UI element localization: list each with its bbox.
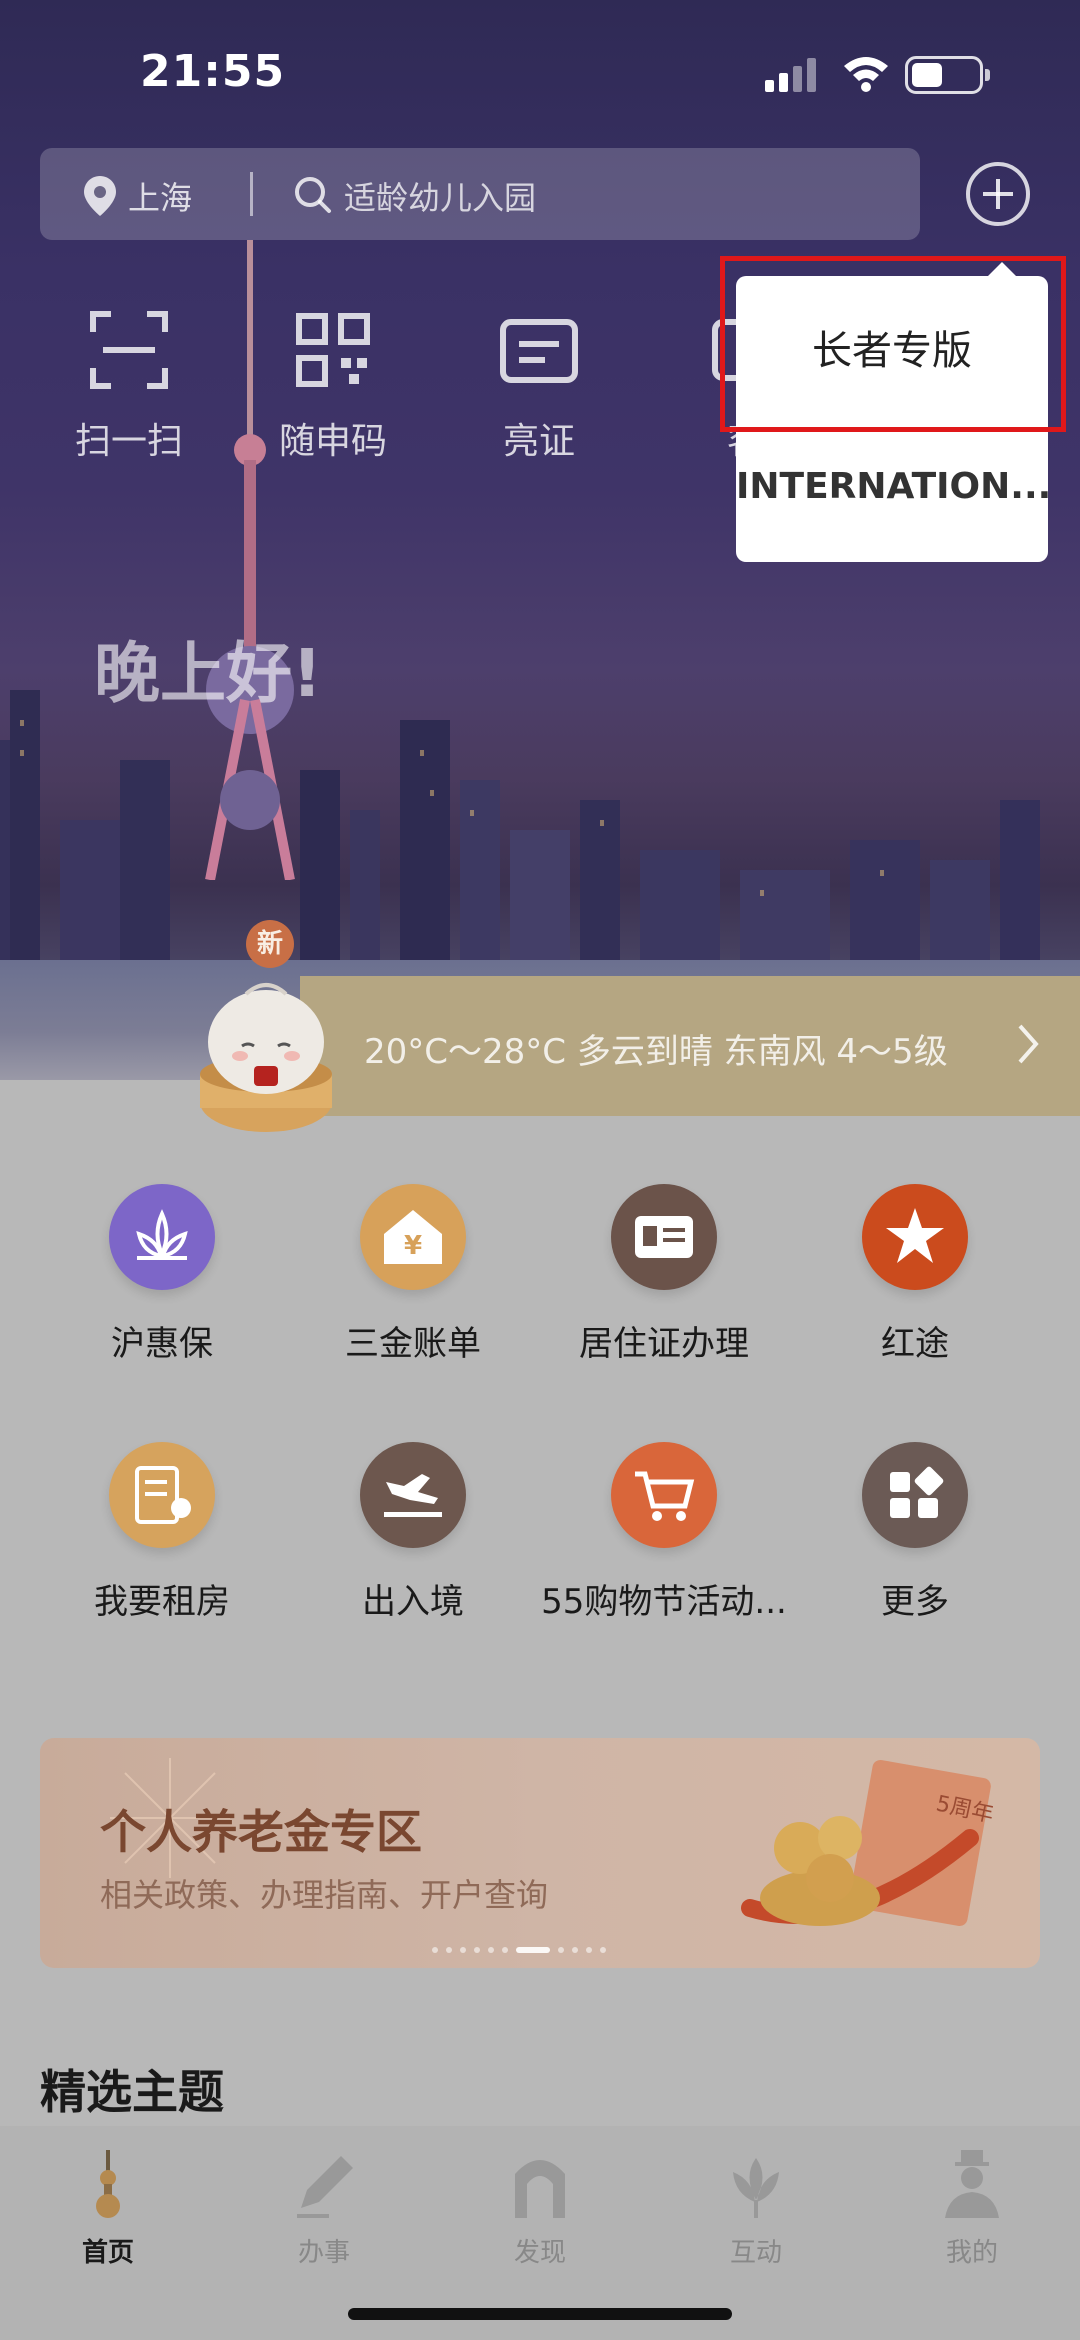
more-grid-icon [862, 1442, 968, 1548]
service-hongtu[interactable]: 红途 [785, 1184, 1045, 1365]
yuan-house-icon: ¥ [360, 1184, 466, 1290]
residence-card-icon [611, 1184, 717, 1290]
tab-profile[interactable]: 我的 [902, 2150, 1042, 2269]
add-menu-button[interactable] [966, 162, 1030, 226]
service-more[interactable]: 更多 [785, 1442, 1045, 1623]
service-label: 居住证办理 [579, 1324, 749, 1364]
red-star-icon [862, 1184, 968, 1290]
cellular-signal-icon [765, 58, 816, 92]
quick-action-qr-code[interactable]: 随申码 [248, 310, 418, 464]
battery-icon [905, 56, 990, 94]
service-shopping-festival[interactable]: 55购物节活动... [534, 1442, 794, 1623]
section-title: 精选主题 [40, 2065, 224, 2119]
card-icon [500, 319, 578, 383]
pen-icon [297, 2156, 353, 2218]
quick-action-label: 随申码 [278, 421, 387, 462]
rent-doc-icon [109, 1442, 215, 1548]
new-badge: 新 [246, 920, 294, 968]
tab-label: 首页 [81, 2238, 134, 2268]
highlight-box [720, 256, 1066, 432]
lotus-icon [109, 1184, 215, 1290]
city-selector[interactable]: 上海 [128, 173, 192, 219]
tab-label: 互动 [729, 2238, 782, 2268]
service-rent-house[interactable]: 我要租房 [32, 1442, 292, 1623]
dumpling-mascot-image [200, 983, 332, 1132]
tab-discover[interactable]: 发现 [470, 2150, 610, 2269]
tab-home[interactable]: 首页 [38, 2150, 178, 2269]
cart-icon [611, 1442, 717, 1548]
location-pin-icon [84, 176, 116, 216]
home-indicator [348, 2308, 732, 2320]
service-sanjin-bill[interactable]: ¥ 三金账单 [283, 1184, 543, 1365]
menu-item-international[interactable]: INTERNATION... [736, 466, 1051, 507]
service-huhuibao[interactable]: 沪惠保 [32, 1184, 292, 1365]
flower-icon [733, 2158, 779, 2218]
weather-strip[interactable]: 20°C～28°C 多云到晴 东南风 4～5级 [300, 976, 1080, 1116]
service-label: 红途 [881, 1324, 949, 1364]
wifi-icon [844, 57, 888, 92]
city-skyline-image [0, 690, 1040, 980]
person-icon [945, 2150, 999, 2218]
gold-coins-image: 5周年 [741, 1759, 996, 1927]
status-bar: 21:55 [0, 40, 1080, 110]
service-label: 更多 [881, 1582, 949, 1622]
svg-text:¥: ¥ [404, 1231, 422, 1261]
service-label: 我要租房 [94, 1582, 230, 1622]
qr-code-icon [296, 313, 370, 387]
search-divider [250, 172, 253, 216]
quick-action-show-card[interactable]: 亮证 [454, 310, 624, 464]
tab-services[interactable]: 办事 [254, 2150, 394, 2269]
weather-text: 20°C～28°C 多云到晴 东南风 4～5级 [364, 1032, 948, 1072]
chevron-right-icon [1018, 1024, 1039, 1064]
greeting-text: 晚上好! [94, 635, 323, 712]
arch-icon [515, 2160, 565, 2218]
search-input[interactable]: 适龄幼儿入园 [344, 173, 536, 219]
tab-interact[interactable]: 互动 [686, 2150, 826, 2269]
service-entry-exit[interactable]: 出入境 [283, 1442, 543, 1623]
quick-action-scan[interactable]: 扫一扫 [44, 310, 214, 464]
pension-banner[interactable]: 个人养老金专区 相关政策、办理指南、开户查询 5周年 [40, 1738, 1040, 1968]
banner-title: 个人养老金专区 [100, 1805, 422, 1859]
service-label: 出入境 [362, 1582, 464, 1622]
tab-label: 发现 [513, 2238, 566, 2268]
service-label: 三金账单 [345, 1324, 481, 1364]
search-icon [295, 177, 331, 213]
quick-action-label: 亮证 [502, 421, 575, 462]
plane-icon [360, 1442, 466, 1548]
tab-label: 办事 [297, 2238, 350, 2268]
scan-icon [90, 311, 168, 389]
carousel-dots [428, 1938, 610, 1957]
service-label: 55购物节活动... [541, 1582, 787, 1622]
quick-action-label: 扫一扫 [74, 421, 183, 462]
service-residence-permit[interactable]: 居住证办理 [534, 1184, 794, 1365]
service-label: 沪惠保 [111, 1324, 213, 1364]
banner-subtitle: 相关政策、办理指南、开户查询 [100, 1876, 549, 1914]
tower-icon [96, 2150, 120, 2218]
status-time: 21:55 [140, 46, 286, 97]
tab-label: 我的 [945, 2238, 998, 2268]
search-bar[interactable]: 上海 适龄幼儿入园 [40, 148, 920, 240]
